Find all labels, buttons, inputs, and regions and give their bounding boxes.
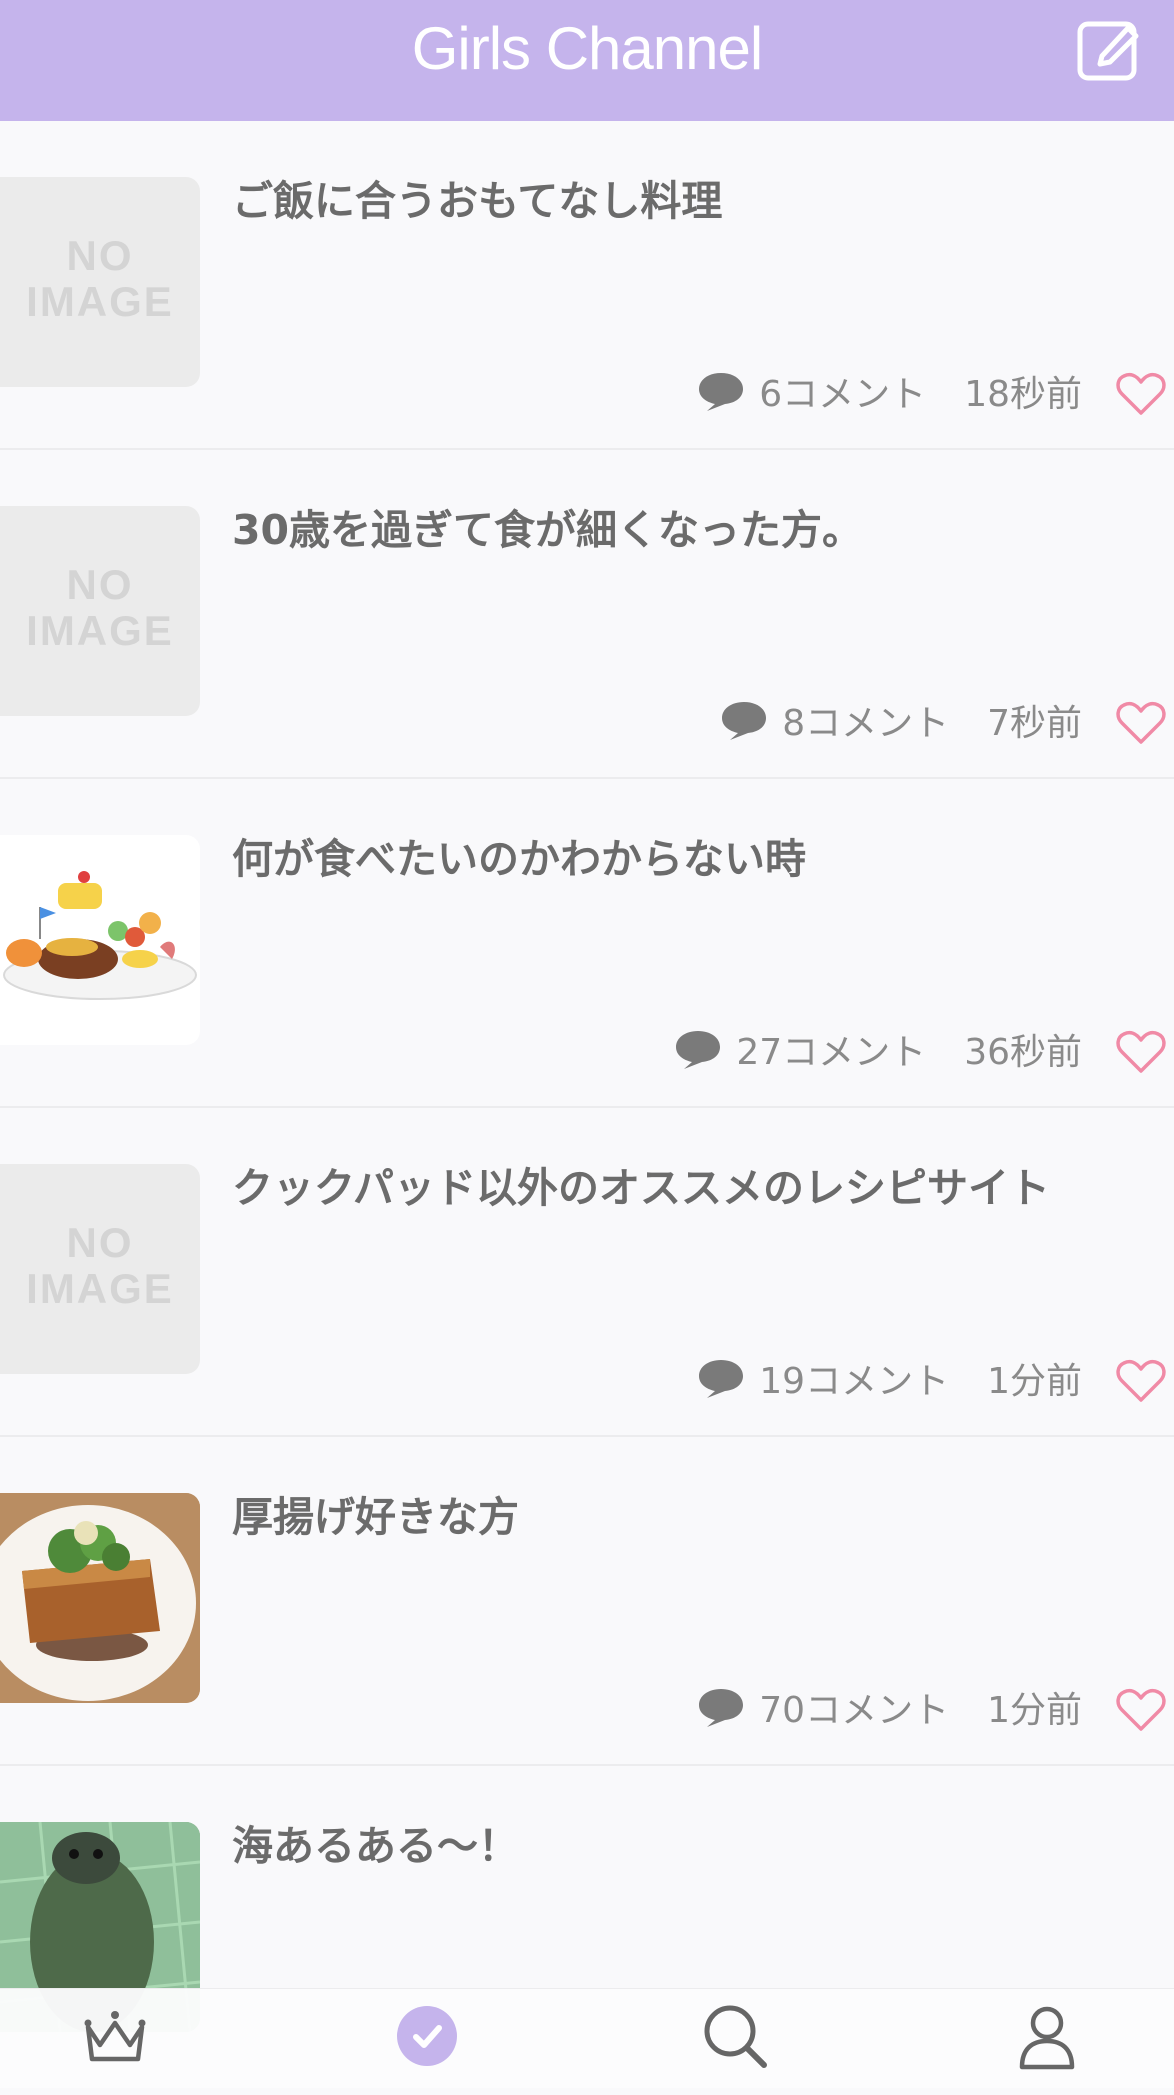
topic-thumbnail: NO IMAGE — [0, 1164, 200, 1374]
speech-bubble-icon — [699, 1360, 744, 1398]
compose-icon[interactable] — [1076, 16, 1144, 84]
topic-meta: 27コメント 36秒前 — [674, 1024, 1082, 1074]
no-image-placeholder: NO IMAGE — [26, 561, 174, 654]
comment-count: 8コメント — [782, 703, 950, 744]
posted-time: 1分前 — [987, 1361, 1082, 1402]
heart-outline-icon[interactable] — [1116, 700, 1166, 746]
comment-count: 27コメント — [736, 1032, 927, 1073]
comment-count: 19コメント — [759, 1361, 950, 1402]
topic-title: 30歳を過ぎて食が細くなった方。 — [232, 506, 864, 554]
topic-title: 何が食べたいのかわからない時 — [232, 835, 806, 883]
bottom-tab-bar — [0, 1988, 1174, 2088]
topic-meta: 6コメント 18秒前 — [697, 366, 1082, 416]
check-circle-icon[interactable] — [392, 2001, 462, 2071]
person-icon[interactable] — [1012, 2001, 1082, 2071]
topic-list-item[interactable]: 厚揚げ好きな方 70コメント 1分前 — [0, 1437, 1174, 1766]
app-header: Girls Channel — [0, 0, 1174, 121]
topic-title: 厚揚げ好きな方 — [232, 1493, 519, 1541]
posted-time: 18秒前 — [964, 374, 1082, 415]
topic-title: ご飯に合うおもてなし料理 — [232, 177, 723, 225]
topic-title: 海あるある〜！ — [232, 1822, 519, 1870]
search-icon[interactable] — [700, 2001, 770, 2071]
topic-meta: 8コメント 7秒前 — [720, 695, 1082, 745]
topic-list-item[interactable]: 何が食べたいのかわからない時 27コメント 36秒前 — [0, 779, 1174, 1108]
speech-bubble-icon — [676, 1031, 721, 1069]
topic-meta: 70コメント 1分前 — [697, 1682, 1082, 1732]
topic-meta: 19コメント 1分前 — [697, 1353, 1082, 1403]
topic-thumbnail: NO IMAGE — [0, 177, 200, 387]
no-image-placeholder: NO IMAGE — [26, 232, 174, 325]
heart-outline-icon[interactable] — [1116, 1358, 1166, 1404]
comment-count: 6コメント — [759, 374, 927, 415]
topic-thumbnail: NO IMAGE — [0, 506, 200, 716]
crown-icon[interactable] — [80, 2001, 150, 2071]
no-image-placeholder: NO IMAGE — [26, 1219, 174, 1312]
topic-title: クックパッド以外のオススメのレシピサイト — [232, 1164, 1050, 1212]
posted-time: 1分前 — [987, 1690, 1082, 1731]
topic-list-item[interactable]: NO IMAGE 30歳を過ぎて食が細くなった方。 8コメント 7秒前 — [0, 450, 1174, 779]
heart-outline-icon[interactable] — [1116, 1029, 1166, 1075]
topic-thumbnail — [0, 1493, 200, 1703]
speech-bubble-icon — [722, 702, 767, 740]
app-title: Girls Channel — [411, 15, 764, 82]
topic-list-item[interactable]: NO IMAGE クックパッド以外のオススメのレシピサイト 19コメント 1分前 — [0, 1108, 1174, 1437]
food-plate-illustration — [3, 871, 197, 1000]
posted-time: 36秒前 — [964, 1032, 1082, 1073]
speech-bubble-icon — [699, 373, 744, 411]
atsuage-photo — [0, 1493, 200, 1703]
heart-outline-icon[interactable] — [1116, 1687, 1166, 1733]
posted-time: 7秒前 — [987, 703, 1082, 744]
heart-outline-icon[interactable] — [1116, 371, 1166, 417]
topic-thumbnail — [0, 835, 200, 1045]
speech-bubble-icon — [699, 1689, 744, 1727]
comment-count: 70コメント — [759, 1690, 950, 1731]
topic-list-item[interactable]: NO IMAGE ご飯に合うおもてなし料理 6コメント 18秒前 — [0, 121, 1174, 450]
